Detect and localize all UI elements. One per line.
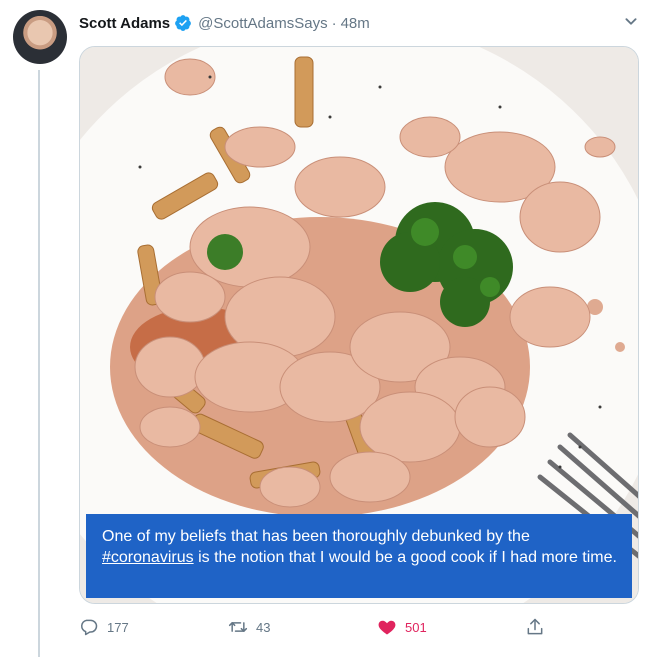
hashtag-link[interactable]: #coronavirus [102, 549, 194, 566]
heart-icon [378, 620, 396, 635]
reply-count: 177 [107, 619, 129, 635]
caption-text-end: is the notion that I would be a good coo… [198, 549, 617, 566]
retweet-count: 43 [256, 619, 271, 635]
retweet-icon [228, 622, 248, 632]
chevron-down-icon[interactable] [620, 10, 642, 32]
verified-badge-icon [174, 14, 192, 32]
retweet-button[interactable]: 43 [228, 612, 270, 642]
tweet[interactable]: Scott Adams @ScottAdamsSays · 48m One of… [0, 0, 667, 657]
share-icon [527, 618, 543, 635]
photo-caption-overlay: One of my beliefs that has been thorough… [86, 514, 632, 598]
separator-dot: · [331, 14, 337, 32]
caption-text-start: One of my beliefs that has been thorough… [102, 528, 530, 545]
thread-line [38, 70, 40, 657]
tweet-actions: 177 43 501 [79, 612, 559, 642]
author-handle[interactable]: @ScottAdamsSays [198, 15, 327, 32]
reply-button[interactable]: 177 [79, 612, 129, 642]
like-count: 501 [405, 619, 427, 635]
tweet-header: Scott Adams @ScottAdamsSays · 48m [79, 12, 370, 34]
author-avatar[interactable] [13, 10, 67, 64]
share-button[interactable] [525, 612, 553, 642]
tweet-timestamp[interactable]: 48m [341, 15, 370, 32]
author-name[interactable]: Scott Adams [79, 15, 170, 32]
reply-icon [81, 619, 98, 636]
like-button[interactable]: 501 [377, 612, 427, 642]
